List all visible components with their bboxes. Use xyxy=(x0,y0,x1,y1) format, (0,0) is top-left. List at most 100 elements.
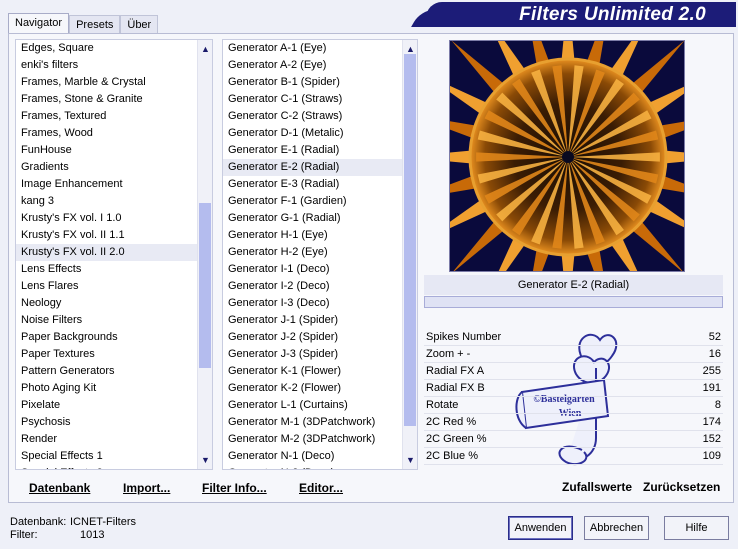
category-item[interactable]: Frames, Wood xyxy=(16,125,212,142)
import-button[interactable]: Import... xyxy=(123,481,170,495)
parameter-panel: ©Bastelgarten Wien Spikes Number52Zoom +… xyxy=(424,328,723,471)
selected-filter-name: Generator E-2 (Radial) xyxy=(424,275,723,295)
parameter-row[interactable]: Spikes Number 52 xyxy=(424,329,723,346)
parameter-row[interactable]: Radial FX A 255 xyxy=(424,363,723,380)
category-list[interactable]: Edges, Square enki's filters Frames, Marbl… xyxy=(15,39,213,470)
filter-item[interactable]: Generator N-2 (Deco) xyxy=(223,465,417,469)
filter-item[interactable]: Generator C-1 (Straws) xyxy=(223,91,417,108)
random-values-link[interactable]: Zufallswerte xyxy=(562,480,632,494)
parameter-row[interactable]: 2C Green % 152 xyxy=(424,431,723,448)
parameter-label: Radial FX A xyxy=(426,365,485,377)
filter-item[interactable]: Generator B-1 (Spider) xyxy=(223,74,417,91)
filter-item[interactable]: Generator I-3 (Deco) xyxy=(223,295,417,312)
category-item[interactable]: Lens Flares xyxy=(16,278,212,295)
cancel-button[interactable]: Abbrechen xyxy=(584,516,649,540)
scroll-down-icon[interactable]: ▼ xyxy=(403,453,417,467)
filter-info-button[interactable]: Filter Info... xyxy=(202,481,267,495)
parameter-row[interactable]: Zoom + - 16 xyxy=(424,346,723,363)
filter-item[interactable]: Generator N-1 (Deco) xyxy=(223,448,417,465)
category-item[interactable]: Gradients xyxy=(16,159,212,176)
parameter-row[interactable]: 2C Red % 174 xyxy=(424,414,723,431)
filter-item[interactable]: Generator A-1 (Eye) xyxy=(223,40,417,57)
filter-item[interactable]: Generator K-1 (Flower) xyxy=(223,363,417,380)
category-item[interactable]: FunHouse xyxy=(16,142,212,159)
filters-unlimited-window: Navigator Presets Über Filters Unlimited… xyxy=(0,0,738,549)
filter-item[interactable]: Generator E-3 (Radial) xyxy=(223,176,417,193)
filter-item[interactable]: Generator E-2 (Radial) xyxy=(223,159,417,176)
category-item[interactable]: Neology xyxy=(16,295,212,312)
category-item[interactable]: Photo Aging Kit xyxy=(16,380,212,397)
reset-link[interactable]: Zurücksetzen xyxy=(643,480,720,494)
preview-image xyxy=(449,40,685,272)
category-item[interactable]: Frames, Marble & Crystal xyxy=(16,74,212,91)
help-button[interactable]: Hilfe xyxy=(664,516,729,540)
apply-button[interactable]: Anwenden xyxy=(508,516,573,540)
editor-label: Editor... xyxy=(299,481,344,495)
parameter-row[interactable]: Rotate 8 xyxy=(424,397,723,414)
category-item[interactable]: Paper Textures xyxy=(16,346,212,363)
filter-list[interactable]: Generator A-1 (Eye) Generator A-2 (Eye) Ge… xyxy=(222,39,418,470)
database-button[interactable]: Datenbank xyxy=(29,481,90,495)
category-item[interactable]: Noise Filters xyxy=(16,312,212,329)
category-item[interactable]: enki's filters xyxy=(16,57,212,74)
filter-item[interactable]: Generator H-1 (Eye) xyxy=(223,227,417,244)
scroll-thumb[interactable] xyxy=(404,54,416,426)
category-item[interactable]: Krusty's FX vol. II 1.1 xyxy=(16,227,212,244)
parameter-value: 174 xyxy=(702,416,721,428)
filter-item[interactable]: Generator L-1 (Curtains) xyxy=(223,397,417,414)
filter-status-key: Filter: xyxy=(10,529,38,541)
filter-info-label: Filter Info... xyxy=(202,481,267,495)
category-item[interactable]: Special Effects 2 xyxy=(16,465,212,469)
category-item[interactable]: Pattern Generators xyxy=(16,363,212,380)
category-item[interactable]: Special Effects 1 xyxy=(16,448,212,465)
category-item[interactable]: Paper Backgrounds xyxy=(16,329,212,346)
parameter-label: 2C Green % xyxy=(426,433,487,445)
filter-item[interactable]: Generator J-2 (Spider) xyxy=(223,329,417,346)
category-items: Edges, Square enki's filters Frames, Marbl… xyxy=(16,40,212,469)
category-item[interactable]: Krusty's FX vol. II 2.0 xyxy=(16,244,212,261)
category-item[interactable]: kang 3 xyxy=(16,193,212,210)
tab-about[interactable]: Über xyxy=(120,15,159,35)
filter-item[interactable]: Generator F-1 (Gardien) xyxy=(223,193,417,210)
filter-item[interactable]: Generator K-2 (Flower) xyxy=(223,380,417,397)
filter-item[interactable]: Generator G-1 (Radial) xyxy=(223,210,417,227)
parameter-value: 255 xyxy=(702,365,721,377)
parameter-label: 2C Blue % xyxy=(426,450,478,462)
scroll-down-icon[interactable]: ▼ xyxy=(198,453,212,467)
filter-item[interactable]: Generator M-2 (3DPatchwork) xyxy=(223,431,417,448)
parameter-row[interactable]: Radial FX B 191 xyxy=(424,380,723,397)
radial-preview-graphic xyxy=(450,41,684,271)
editor-button[interactable]: Editor... xyxy=(299,481,343,495)
parameter-label: Rotate xyxy=(426,399,459,411)
category-item[interactable]: Image Enhancement xyxy=(16,176,212,193)
parameter-row[interactable]: 2C Blue % 109 xyxy=(424,448,723,465)
category-item[interactable]: Krusty's FX vol. I 1.0 xyxy=(16,210,212,227)
parameter-value: 8 xyxy=(714,399,721,411)
category-item[interactable]: Psychosis xyxy=(16,414,212,431)
category-item[interactable]: Frames, Textured xyxy=(16,108,212,125)
filter-item[interactable]: Generator D-1 (Metalic) xyxy=(223,125,417,142)
filter-item[interactable]: Generator I-2 (Deco) xyxy=(223,278,417,295)
filter-item[interactable]: Generator A-2 (Eye) xyxy=(223,57,417,74)
parameter-value: 152 xyxy=(702,433,721,445)
category-scrollbar[interactable]: ▲ ▼ xyxy=(197,40,212,469)
filter-item[interactable]: Generator J-3 (Spider) xyxy=(223,346,417,363)
app-title: Filters Unlimited 2.0 xyxy=(426,2,736,27)
category-item[interactable]: Render xyxy=(16,431,212,448)
filter-item[interactable]: Generator H-2 (Eye) xyxy=(223,244,417,261)
filter-items: Generator A-1 (Eye) Generator A-2 (Eye) Ge… xyxy=(223,40,417,469)
filter-scrollbar[interactable]: ▲ ▼ xyxy=(402,40,417,469)
filter-item[interactable]: Generator M-1 (3DPatchwork) xyxy=(223,414,417,431)
category-item[interactable]: Frames, Stone & Granite xyxy=(16,91,212,108)
filter-item[interactable]: Generator E-1 (Radial) xyxy=(223,142,417,159)
category-item[interactable]: Lens Effects xyxy=(16,261,212,278)
tab-presets[interactable]: Presets xyxy=(69,15,121,35)
filter-item[interactable]: Generator J-1 (Spider) xyxy=(223,312,417,329)
scroll-up-icon[interactable]: ▲ xyxy=(198,42,212,56)
scroll-thumb[interactable] xyxy=(199,203,211,368)
category-item[interactable]: Edges, Square xyxy=(16,40,212,57)
category-item[interactable]: Pixelate xyxy=(16,397,212,414)
filter-item[interactable]: Generator C-2 (Straws) xyxy=(223,108,417,125)
filter-item[interactable]: Generator I-1 (Deco) xyxy=(223,261,417,278)
tab-navigator[interactable]: Navigator xyxy=(8,13,70,35)
